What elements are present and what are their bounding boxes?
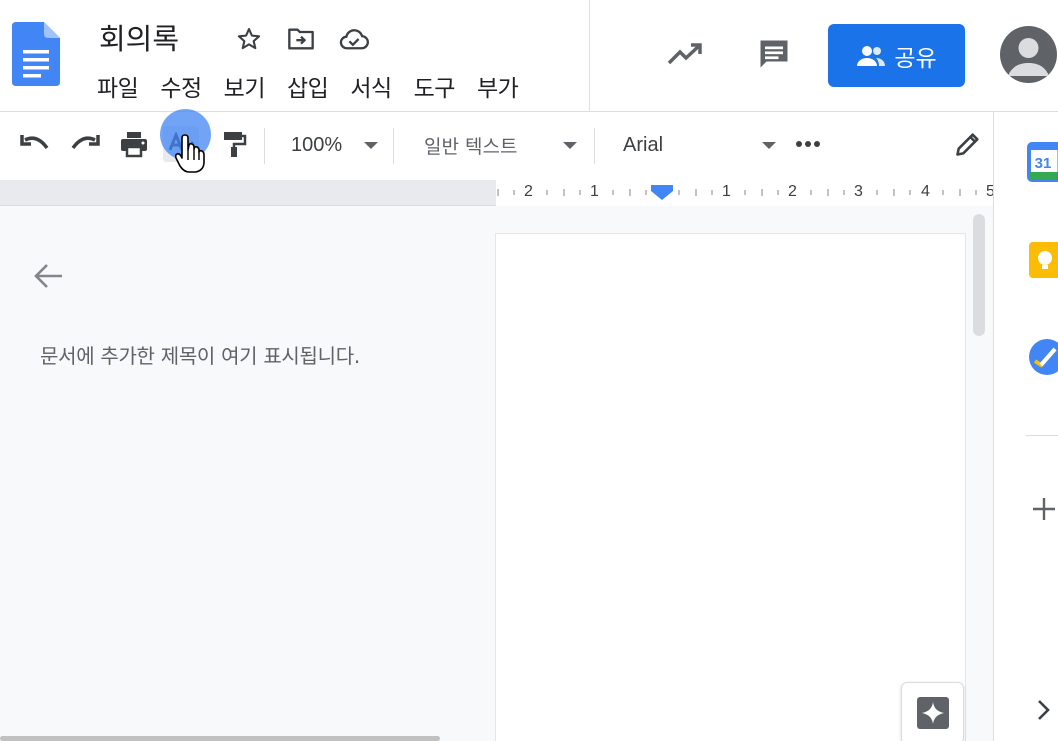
menu-bar: 파일 수정 보기 삽입 서식 도구 부가 — [86, 66, 529, 106]
calendar-app-icon[interactable]: 31 — [1027, 142, 1058, 182]
toolbar-separator — [264, 128, 265, 164]
redo-icon — [71, 135, 100, 150]
ruler-label: 2 — [788, 183, 797, 200]
ruler-label: 3 — [854, 183, 863, 200]
explore-sparkle-icon — [916, 697, 949, 729]
font-select[interactable]: Arial — [606, 126, 781, 164]
menu-file[interactable]: 파일 — [86, 66, 149, 106]
menu-addons[interactable]: 부가 — [466, 66, 529, 106]
chevron-right-icon — [1038, 700, 1050, 720]
menu-format[interactable]: 서식 — [339, 66, 402, 106]
keep-app-icon[interactable] — [1027, 240, 1058, 280]
zoom-value: 100% — [291, 133, 343, 156]
horizontal-scrollbar[interactable] — [0, 736, 440, 741]
editing-mode-button[interactable] — [950, 126, 986, 162]
undo-button[interactable] — [17, 126, 53, 162]
people-icon — [857, 45, 886, 66]
zoom-dropdown-arrow-icon — [364, 142, 378, 149]
arrow-back-icon — [34, 264, 62, 288]
header: 회의록 파일 수정 보기 삽입 서식 도구 부가 공유 — [0, 0, 1058, 112]
ruler-label: 2 — [524, 183, 533, 200]
ruler-label: 4 — [921, 183, 930, 200]
close-outline-button[interactable] — [30, 258, 66, 294]
star-icon[interactable] — [234, 24, 264, 54]
calendar-day: 31 — [1035, 155, 1052, 172]
print-button[interactable] — [116, 126, 152, 162]
document-title[interactable]: 회의록 — [99, 16, 179, 58]
comment-icon — [760, 40, 788, 68]
menu-edit[interactable]: 수정 — [149, 66, 212, 106]
move-folder-icon[interactable] — [286, 24, 316, 54]
document-workspace: 문서에 추가한 제목이 여기 표시됩니다. — [0, 206, 993, 741]
toolbar-separator — [594, 128, 595, 164]
plus-icon — [1033, 498, 1055, 520]
share-button[interactable]: 공유 — [828, 24, 965, 87]
zoom-select[interactable]: 100% — [276, 126, 386, 164]
toolbar-separator — [393, 128, 394, 164]
menu-view[interactable]: 보기 — [213, 66, 276, 106]
print-icon — [121, 132, 147, 158]
google-docs-window: 회의록 파일 수정 보기 삽입 서식 도구 부가 공유 100% 일반 텍스트 … — [0, 0, 1058, 741]
paint-roller-icon — [224, 132, 247, 157]
vertical-scrollbar[interactable] — [973, 214, 985, 336]
paragraph-style-value: 일반 텍스트 — [424, 135, 518, 158]
ruler-label: 1 — [722, 183, 731, 200]
ruler: 2 1 1 2 3 4 5 — [0, 180, 995, 206]
cloud-saved-icon[interactable] — [339, 24, 369, 54]
tasks-app-icon[interactable] — [1027, 337, 1058, 377]
more-options-button[interactable] — [791, 126, 827, 162]
account-avatar[interactable] — [1000, 26, 1057, 83]
explore-button[interactable] — [901, 682, 964, 741]
document-page[interactable] — [496, 234, 965, 741]
style-dropdown-arrow-icon — [563, 142, 577, 149]
menu-tools[interactable]: 도구 — [403, 66, 466, 106]
outline-empty-hint: 문서에 추가한 제목이 여기 표시됩니다. — [40, 344, 360, 368]
activity-dashboard-button[interactable] — [663, 34, 707, 74]
expand-side-panel-button[interactable] — [1034, 698, 1054, 722]
ruler-ticks — [497, 185, 977, 200]
side-panel: 31 — [993, 112, 1058, 741]
menu-insert[interactable]: 삽입 — [276, 66, 339, 106]
side-panel-divider — [1026, 435, 1058, 436]
hand-cursor-icon — [174, 134, 205, 173]
header-divider — [589, 0, 590, 112]
toolbar: 100% 일반 텍스트 Arial — [0, 112, 993, 180]
redo-button[interactable] — [67, 126, 103, 162]
share-label: 공유 — [894, 45, 937, 72]
pencil-icon — [956, 133, 979, 156]
ruler-label: 1 — [590, 183, 599, 200]
paint-format-button[interactable] — [216, 126, 252, 162]
font-value: Arial — [623, 133, 664, 156]
docs-logo-icon[interactable] — [12, 22, 60, 86]
add-addon-button[interactable] — [1030, 495, 1058, 523]
font-dropdown-arrow-icon — [762, 142, 776, 149]
comments-button[interactable] — [752, 32, 796, 76]
undo-icon — [20, 135, 49, 150]
more-horizontal-icon — [796, 141, 820, 147]
paragraph-style-select[interactable]: 일반 텍스트 — [405, 126, 585, 164]
trending-up-icon — [667, 43, 702, 65]
person-icon — [1008, 38, 1049, 76]
